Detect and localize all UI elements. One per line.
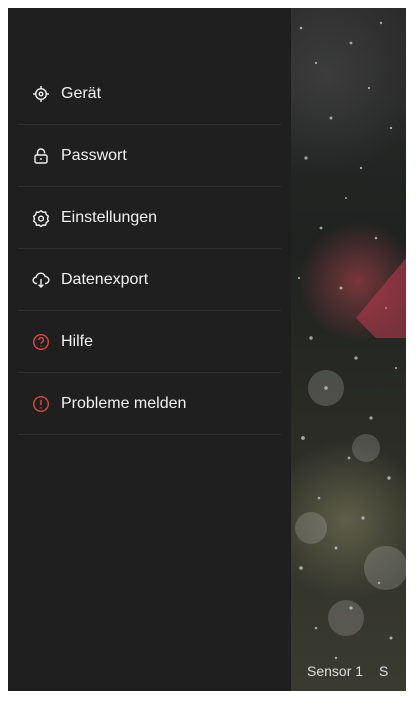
sensor-2-tab[interactable]: S [379,663,388,679]
drawer-menu: Gerät Passwort Einstellungen Datenexport… [18,63,281,435]
background-tab-bar: Sensor 1 S [291,651,406,691]
menu-item-label: Hilfe [61,332,94,350]
gear-icon [32,209,50,227]
menu-item-device[interactable]: Gerät [18,63,281,125]
sensor-1-tab[interactable]: Sensor 1 [307,663,363,679]
help-circle-icon [32,333,50,351]
menu-item-label: Passwort [61,146,127,164]
side-drawer: Gerät Passwort Einstellungen Datenexport… [8,8,291,691]
menu-item-label: Probleme melden [61,394,187,412]
menu-item-settings[interactable]: Einstellungen [18,187,281,249]
lock-icon [32,147,50,165]
menu-item-label: Datenexport [61,270,149,288]
menu-item-help[interactable]: Hilfe [18,311,281,373]
menu-item-label: Einstellungen [61,208,158,226]
menu-item-report-problems[interactable]: Probleme melden [18,373,281,435]
menu-item-password[interactable]: Passwort [18,125,281,187]
menu-item-data-export[interactable]: Datenexport [18,249,281,311]
app-root: Sensor 1 S Gerät Passwort Einstellungen … [8,8,406,691]
menu-item-label: Gerät [61,84,102,102]
cloud-download-icon [32,271,50,289]
rain-drops-overlay [295,21,406,660]
alert-circle-icon [32,395,50,413]
target-icon [32,85,50,103]
